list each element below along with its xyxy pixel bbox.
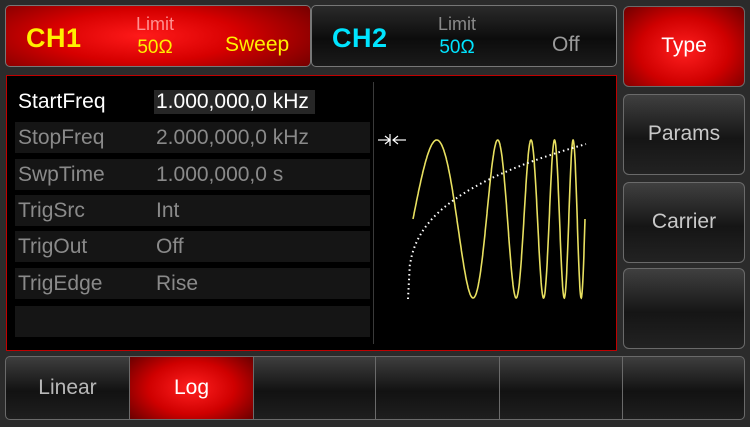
sine-sweep-trace bbox=[412, 139, 586, 300]
bottom-softkey-5[interactable] bbox=[500, 357, 623, 419]
linear-button-label: Linear bbox=[38, 376, 97, 399]
channel1-name: CH1 bbox=[26, 23, 82, 53]
linear-button[interactable]: Linear bbox=[6, 357, 130, 419]
param-name: StartFreq bbox=[18, 90, 106, 113]
param-name: TrigOut bbox=[18, 235, 88, 258]
param-row-sweep-time[interactable]: SwpTime 1.000,000,0 s bbox=[15, 159, 370, 190]
params-button-label: Params bbox=[647, 122, 721, 145]
param-row-stop-freq[interactable]: StopFreq 2.000,000,0 kHz bbox=[15, 122, 370, 153]
channel2-limit: Limit 50Ω bbox=[438, 12, 476, 60]
channel1-status[interactable]: CH1 Limit 50Ω Sweep bbox=[5, 5, 311, 67]
channel2-mode: Off bbox=[552, 33, 580, 56]
bottom-softkey-6[interactable] bbox=[623, 357, 744, 419]
panel-divider bbox=[373, 82, 374, 344]
param-value[interactable]: Rise bbox=[156, 272, 198, 296]
sweep-parameter-panel: StartFreq 1.000,000,0 kHz StopFreq 2.000… bbox=[6, 75, 617, 351]
channel1-limit: Limit 50Ω bbox=[136, 12, 174, 60]
param-row-trig-edge[interactable]: TrigEdge Rise bbox=[15, 268, 370, 299]
sweep-start-marker-icon bbox=[378, 134, 406, 146]
log-button[interactable]: Log bbox=[130, 357, 254, 419]
param-row-trig-out[interactable]: TrigOut Off bbox=[15, 231, 370, 262]
type-button[interactable]: Type bbox=[623, 6, 745, 87]
param-value[interactable]: 1.000,000,0 s bbox=[156, 163, 283, 187]
type-button-label: Type bbox=[661, 34, 707, 57]
param-row-empty bbox=[15, 306, 370, 337]
param-value[interactable]: 1.000,000,0 kHz bbox=[154, 90, 315, 114]
param-name: TrigSrc bbox=[18, 199, 85, 222]
param-row-start-freq[interactable]: StartFreq 1.000,000,0 kHz bbox=[15, 86, 370, 117]
channel1-limit-label: Limit bbox=[136, 14, 175, 34]
param-value[interactable]: Int bbox=[156, 199, 179, 223]
function-generator-screen: CH1 Limit 50Ω Sweep CH2 Limit 50Ω Off St… bbox=[0, 0, 750, 427]
bottom-softkey-bar: Linear Log bbox=[5, 356, 745, 420]
channel2-name: CH2 bbox=[332, 23, 388, 53]
param-name: StopFreq bbox=[18, 126, 105, 149]
param-row-trig-src[interactable]: TrigSrc Int bbox=[15, 195, 370, 226]
log-button-label: Log bbox=[173, 376, 210, 399]
side-softkey-empty[interactable] bbox=[623, 268, 745, 349]
param-value[interactable]: 2.000,000,0 kHz bbox=[156, 126, 309, 150]
channel2-status[interactable]: CH2 Limit 50Ω Off bbox=[311, 5, 617, 67]
channel1-mode: Sweep bbox=[225, 33, 290, 56]
param-name: TrigEdge bbox=[18, 272, 103, 295]
carrier-button[interactable]: Carrier bbox=[623, 182, 745, 263]
param-name: SwpTime bbox=[18, 163, 105, 186]
bottom-softkey-4[interactable] bbox=[376, 357, 500, 419]
channel2-impedance: 50Ω bbox=[439, 37, 475, 58]
channel1-impedance: 50Ω bbox=[137, 37, 173, 58]
params-button[interactable]: Params bbox=[623, 94, 745, 175]
bottom-softkey-3[interactable] bbox=[254, 357, 376, 419]
param-value[interactable]: Off bbox=[156, 235, 184, 259]
sweep-waveform-preview bbox=[378, 134, 587, 300]
channel2-limit-label: Limit bbox=[438, 14, 477, 34]
carrier-button-label: Carrier bbox=[651, 210, 717, 233]
